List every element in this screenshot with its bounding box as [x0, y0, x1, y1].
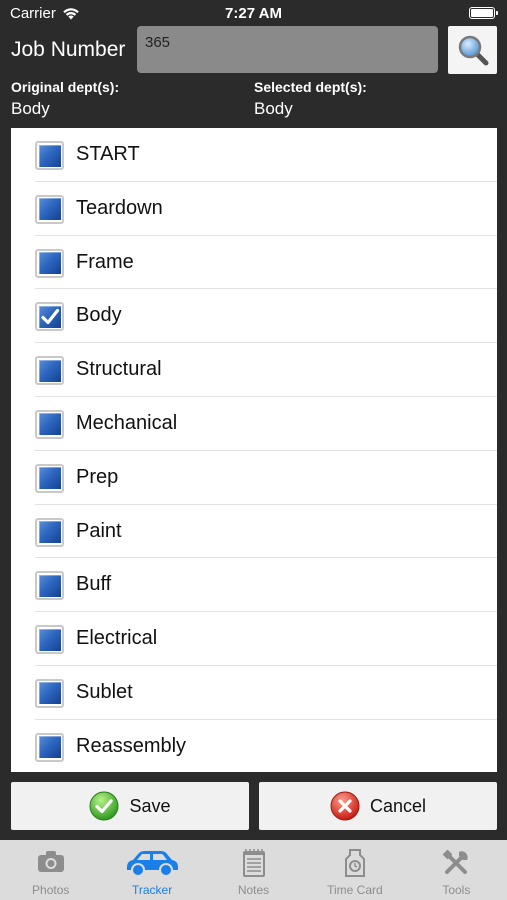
original-dept-block: Original dept(s): Body [11, 79, 119, 119]
list-item[interactable]: Sublet [11, 666, 497, 720]
list-item[interactable]: Frame [11, 236, 497, 290]
checkbox-icon[interactable] [35, 141, 64, 170]
dept-label: Teardown [76, 196, 163, 219]
dept-label: Body [76, 304, 122, 327]
checkbox-icon[interactable] [35, 356, 64, 386]
checkbox-icon[interactable] [35, 625, 64, 655]
cancel-button[interactable]: Cancel [259, 782, 497, 830]
save-label: Save [129, 795, 171, 816]
checkbox-icon[interactable] [35, 248, 64, 278]
clock: 7:27 AM [225, 5, 282, 22]
dept-label: Electrical [76, 627, 158, 650]
original-dept-value: Body [11, 99, 50, 118]
department-list: START Teardown Frame Body Structural Mec… [11, 128, 497, 772]
dept-label: Frame [76, 250, 134, 273]
selected-dept-label: Selected dept(s): [254, 79, 367, 95]
search-button[interactable] [448, 26, 497, 74]
dept-label: Mechanical [76, 411, 178, 434]
time-card-icon [344, 849, 365, 877]
magnifier-icon [458, 35, 488, 66]
checkbox-icon[interactable] [35, 409, 64, 439]
list-item[interactable]: Body [11, 289, 497, 343]
dept-label: Reassembly [76, 734, 187, 757]
tab-tracker[interactable]: Tracker [101, 840, 202, 900]
job-number-label: Job Number [11, 38, 126, 61]
dept-label: Paint [76, 519, 122, 542]
camera-icon [37, 851, 64, 872]
list-item[interactable]: Prep [11, 451, 497, 505]
checkmark-icon [41, 309, 60, 325]
checkbox-icon[interactable] [35, 463, 64, 493]
tab-tools[interactable]: Tools [406, 840, 507, 900]
dept-label: Structural [76, 358, 162, 381]
original-dept-label: Original dept(s): [11, 79, 120, 95]
status-bar: Carrier 7:27 AM [0, 0, 507, 26]
checkbox-icon[interactable] [35, 571, 64, 601]
check-circle-icon [89, 791, 119, 821]
tab-bar: Photos Tracker Notes Time Card Tools [0, 840, 507, 900]
cancel-circle-icon [330, 791, 360, 821]
checkbox-checked-icon[interactable] [35, 302, 64, 332]
checkbox-icon[interactable] [35, 194, 64, 224]
save-button[interactable]: Save [11, 782, 249, 830]
checkbox-icon[interactable] [35, 678, 64, 708]
car-icon [127, 851, 179, 877]
list-item[interactable]: Reassembly [11, 720, 497, 772]
tab-label: Photos [32, 883, 70, 897]
dept-label: Prep [76, 465, 119, 488]
notepad-icon [242, 849, 265, 877]
job-number-input[interactable] [137, 26, 438, 73]
dept-label: Sublet [76, 680, 133, 703]
tab-label: Time Card [327, 883, 383, 897]
checkbox-icon[interactable] [35, 732, 64, 762]
list-item[interactable]: Electrical [11, 612, 497, 666]
tab-photos[interactable]: Photos [0, 840, 101, 900]
tab-label: Notes [237, 883, 270, 897]
dept-label: START [76, 143, 140, 165]
dept-label: Buff [76, 573, 112, 596]
list-item[interactable]: Paint [11, 505, 497, 559]
tab-time-card[interactable]: Time Card [304, 840, 405, 900]
tab-label: Tools [442, 883, 471, 897]
tab-notes[interactable]: Notes [203, 840, 304, 900]
checkbox-icon[interactable] [35, 517, 64, 547]
selected-dept-block: Selected dept(s): Body [254, 79, 367, 119]
list-item[interactable]: Mechanical [11, 397, 497, 451]
tools-icon [443, 849, 468, 874]
list-item[interactable]: Buff [11, 558, 497, 612]
cancel-label: Cancel [369, 795, 427, 816]
list-item[interactable]: Teardown [11, 182, 497, 236]
list-item[interactable]: START [11, 128, 497, 182]
selected-dept-value: Body [254, 99, 293, 118]
battery-icon [469, 7, 498, 19]
list-item[interactable]: Structural [11, 343, 497, 397]
job-number-row: Job Number [0, 26, 507, 76]
tab-label: Tracker [131, 883, 173, 897]
